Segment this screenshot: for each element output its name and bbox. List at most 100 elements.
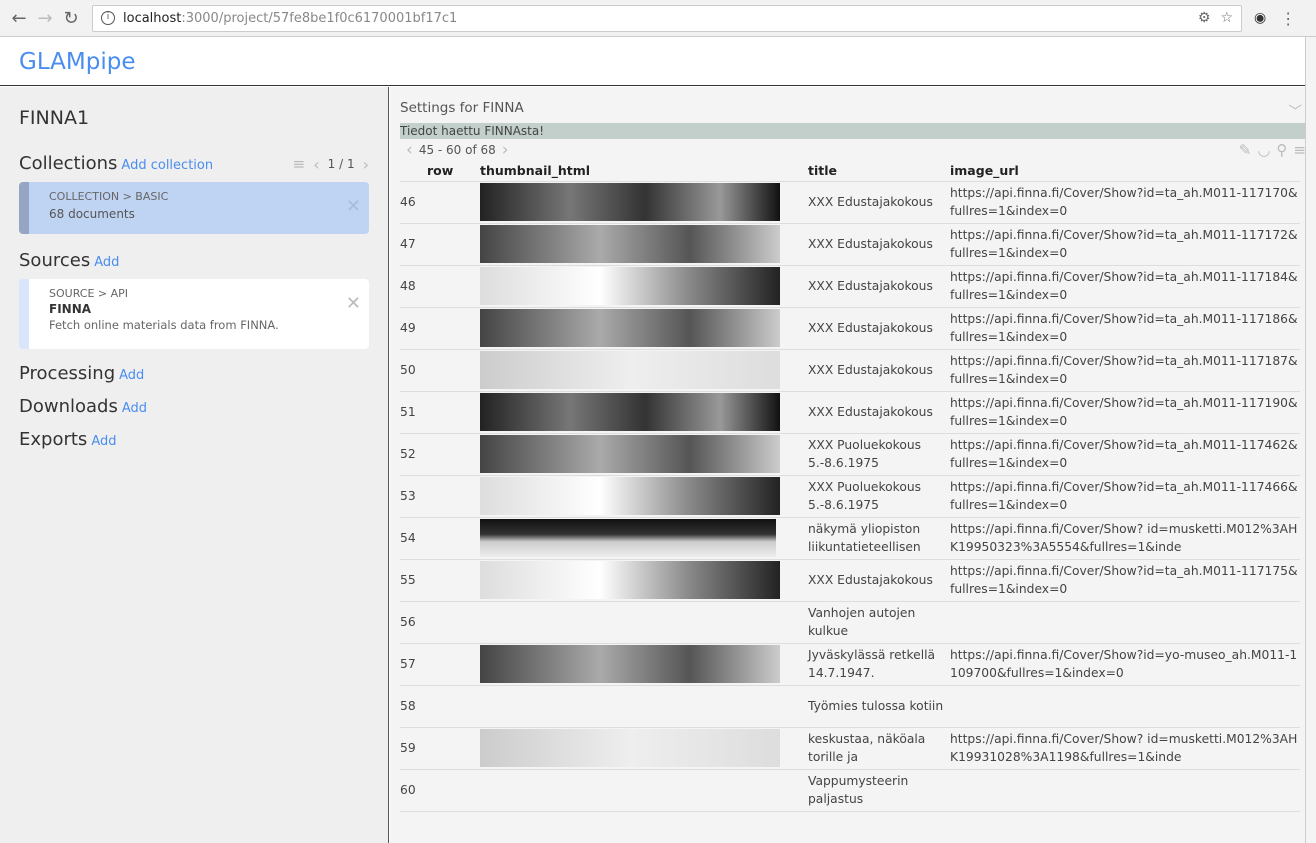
thumbnail-cell	[480, 559, 808, 602]
row-number: 53	[400, 475, 480, 518]
thumbnail-cell	[480, 769, 808, 812]
next-page-icon[interactable]: ›	[502, 140, 509, 160]
add-download-link[interactable]: Add	[122, 401, 147, 416]
address-bar[interactable]: i localhost:3000/project/57fe8be1f0c6170…	[92, 4, 1242, 32]
image-url-cell	[950, 601, 1300, 644]
translate-icon[interactable]: ⚙	[1198, 10, 1211, 26]
add-collection-link[interactable]: Add collection	[121, 158, 213, 173]
scrollbar[interactable]	[1305, 37, 1316, 843]
search-icon[interactable]: ⚲	[1276, 141, 1287, 159]
table-row[interactable]: 50 XXX Edustajakokous https://api.finna.…	[400, 349, 1300, 392]
image-url-cell: https://api.finna.fi/Cover/Show?id=ta_ah…	[950, 349, 1300, 392]
exports-heading: Exports	[19, 429, 88, 450]
thumbnail-image[interactable]	[480, 351, 780, 389]
thumbnail-image[interactable]	[480, 309, 780, 347]
table-row[interactable]: 47 XXX Edustajakokous https://api.finna.…	[400, 223, 1300, 266]
title-cell: Työmies tulossa kotiin	[808, 685, 950, 728]
project-title: FINNA1	[19, 107, 90, 129]
main-panel: Settings for FINNA ﹀ Tiedot haettu FINNAs…	[390, 87, 1316, 843]
list-icon[interactable]: ≡	[293, 155, 306, 173]
eye-closed-icon[interactable]: ◡	[1257, 141, 1270, 159]
prev-icon[interactable]: ‹	[313, 155, 319, 174]
thumbnail-image[interactable]	[480, 393, 780, 431]
close-icon[interactable]: ✕	[346, 196, 361, 217]
close-icon[interactable]: ✕	[346, 293, 361, 314]
thumbnail-image[interactable]	[480, 183, 780, 221]
next-icon[interactable]: ›	[363, 155, 369, 174]
table-row[interactable]: 51 XXX Edustajakokous https://api.finna.…	[400, 391, 1300, 434]
prev-page-icon[interactable]: ‹	[406, 140, 413, 160]
thumbnail-image[interactable]	[480, 477, 780, 515]
row-number: 47	[400, 223, 480, 266]
image-url-cell: https://api.finna.fi/Cover/Show? id=musk…	[950, 517, 1300, 560]
row-number: 49	[400, 307, 480, 350]
title-cell: XXX Edustajakokous	[808, 265, 950, 308]
source-desc: Fetch online materials data from FINNA.	[49, 318, 279, 332]
thumbnail-image[interactable]	[480, 561, 780, 599]
title-cell: keskustaa, näköala torille ja	[808, 727, 950, 770]
col-header-thumbnail[interactable]: thumbnail_html	[480, 161, 808, 182]
col-header-title[interactable]: title	[808, 161, 950, 182]
settings-title: Settings for FINNA	[400, 100, 524, 116]
add-source-link[interactable]: Add	[94, 255, 119, 270]
table-row[interactable]: 60 Vappumysteerin paljastus	[400, 769, 1300, 812]
app-logo[interactable]: GLAMpipe	[19, 49, 135, 75]
table-row[interactable]: 48 XXX Edustajakokous https://api.finna.…	[400, 265, 1300, 308]
app-header: GLAMpipe	[0, 37, 1316, 86]
thumbnail-image[interactable]	[480, 225, 780, 263]
table-row[interactable]: 57 Jyväskylässä retkellä 14.7.1947. http…	[400, 643, 1300, 686]
settings-header[interactable]: Settings for FINNA ﹀	[400, 100, 1306, 120]
thumbnail-cell	[480, 349, 808, 392]
row-number: 59	[400, 727, 480, 770]
collection-page: 1 / 1	[327, 157, 355, 171]
title-cell: XXX Edustajakokous	[808, 181, 950, 224]
table-row[interactable]: 53 XXX Puoluekokous 5.-8.6.1975 https://…	[400, 475, 1300, 518]
table-row[interactable]: 52 XXX Puoluekokous 5.-8.6.1975 https://…	[400, 433, 1300, 476]
add-processing-link[interactable]: Add	[119, 368, 144, 383]
collections-heading: Collections	[19, 153, 118, 174]
table-row[interactable]: 49 XXX Edustajakokous https://api.finna.…	[400, 307, 1300, 350]
source-card[interactable]: SOURCE > API FINNA Fetch online material…	[19, 279, 369, 349]
extension-icon[interactable]: ◉	[1254, 10, 1266, 26]
pencil-icon[interactable]: ✎	[1239, 141, 1252, 159]
star-icon[interactable]: ☆	[1220, 10, 1233, 26]
col-header-image-url[interactable]: image_url	[950, 161, 1300, 182]
back-icon[interactable]: ←	[6, 8, 32, 29]
thumbnail-cell	[480, 643, 808, 686]
table-row[interactable]: 46 XXX Edustajakokous https://api.finna.…	[400, 181, 1300, 224]
title-cell: XXX Puoluekokous 5.-8.6.1975	[808, 433, 950, 476]
thumbnail-cell	[480, 223, 808, 266]
collection-card[interactable]: COLLECTION > BASIC 68 documents ✕	[19, 182, 369, 234]
title-cell: näkymä yliopiston liikuntatieteellisen	[808, 517, 950, 560]
col-header-row[interactable]: row	[400, 161, 480, 182]
thumbnail-cell	[480, 265, 808, 308]
title-cell: XXX Edustajakokous	[808, 559, 950, 602]
forward-icon[interactable]: →	[32, 8, 58, 29]
chevron-down-icon[interactable]: ﹀	[1289, 100, 1303, 120]
title-cell: Vanhojen autojen kulkue	[808, 601, 950, 644]
browser-toolbar: ← → ↻ i localhost:3000/project/57fe8be1f…	[0, 0, 1316, 37]
thumbnail-image[interactable]	[480, 645, 780, 683]
title-cell: XXX Edustajakokous	[808, 307, 950, 350]
image-url-cell: https://api.finna.fi/Cover/Show?id=ta_ah…	[950, 433, 1300, 476]
downloads-heading: Downloads	[19, 396, 118, 417]
thumbnail-image[interactable]	[480, 435, 780, 473]
reload-icon[interactable]: ↻	[58, 8, 84, 29]
thumbnail-image[interactable]	[480, 267, 780, 305]
thumbnail-image[interactable]	[480, 729, 780, 767]
thumbnail-cell	[480, 517, 808, 560]
table-row[interactable]: 56 Vanhojen autojen kulkue	[400, 601, 1300, 644]
image-url-cell	[950, 685, 1300, 728]
image-url-cell	[950, 769, 1300, 812]
row-number: 48	[400, 265, 480, 308]
table-row[interactable]: 59 keskustaa, näköala torille ja https:/…	[400, 727, 1300, 770]
table-row[interactable]: 54 näkymä yliopiston liikuntatieteellise…	[400, 517, 1300, 560]
add-export-link[interactable]: Add	[91, 434, 116, 449]
processing-heading: Processing	[19, 363, 116, 384]
thumbnail-image[interactable]	[480, 519, 776, 557]
info-icon[interactable]: i	[101, 11, 115, 25]
row-number: 46	[400, 181, 480, 224]
table-row[interactable]: 58 Työmies tulossa kotiin	[400, 685, 1300, 728]
table-row[interactable]: 55 XXX Edustajakokous https://api.finna.…	[400, 559, 1300, 602]
menu-icon[interactable]: ⋮	[1280, 9, 1296, 28]
